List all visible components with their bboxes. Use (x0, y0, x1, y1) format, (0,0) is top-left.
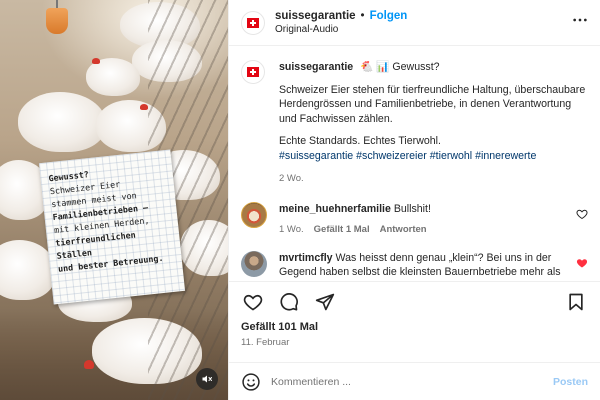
comment-username[interactable]: meine_huehnerfamilie (279, 203, 391, 215)
hashtag-link[interactable]: #schweizereier (356, 150, 427, 162)
hashtag-link[interactable]: #innerewerte (475, 150, 536, 162)
hen-comb (84, 360, 94, 369)
speaker-muted-icon (202, 375, 212, 383)
comment-meta: 1 Wo. Gefällt 1 Mal Antworten (279, 224, 566, 235)
post-panel: suissegarantie • Folgen Original-Audio s… (228, 0, 600, 400)
post-date: 11. Februar (241, 337, 290, 348)
comment-input[interactable] (271, 375, 553, 388)
hashtag-link[interactable]: #suissegarantie (279, 150, 353, 162)
audio-link[interactable]: Original-Audio (275, 24, 572, 35)
avatar[interactable] (241, 10, 265, 35)
likes-count[interactable]: Gefällt 101 Mal (229, 321, 600, 333)
avatar[interactable] (241, 251, 267, 278)
comment-likes[interactable]: Gefällt 1 Mal (314, 224, 370, 235)
caption-username[interactable]: suissegarantie (279, 61, 353, 73)
bookmark-icon (569, 293, 583, 310)
more-horizontal-icon (573, 18, 587, 22)
caption-paragraph: Schweizer Eier stehen für tierfreundlich… (279, 83, 586, 125)
action-bar (229, 281, 600, 321)
more-options-button[interactable] (572, 12, 588, 33)
post-media[interactable]: Gewusst? Schweizer Eier stammen meist vo… (0, 0, 228, 400)
avatar[interactable] (241, 60, 265, 84)
heart-icon[interactable] (576, 208, 588, 220)
comment-button[interactable] (277, 290, 301, 314)
avatar[interactable] (241, 202, 267, 229)
comment: meine_huehnerfamilie Bullshit! 1 Wo. Gef… (241, 202, 588, 235)
caption-first-line: 🐔 📊 Gewusst? (360, 61, 440, 73)
feeder (46, 8, 68, 34)
comment-bubble-icon (280, 292, 298, 311)
post-header: suissegarantie • Folgen Original-Audio (229, 0, 600, 46)
caption-time[interactable]: 2 Wo. (279, 172, 588, 187)
comment-username[interactable]: mvrtimcfly (279, 252, 333, 264)
mute-button[interactable] (196, 368, 218, 390)
caption: suissegarantie 🐔 📊 Gewusst? Schweizer Ei… (241, 60, 588, 186)
hashtag-link[interactable]: #tierwohl (430, 150, 472, 162)
save-button[interactable] (564, 290, 588, 314)
comments-area[interactable]: suissegarantie 🐔 📊 Gewusst? Schweizer Ei… (229, 46, 600, 281)
header-info: suissegarantie • Folgen Original-Audio (275, 10, 572, 35)
share-button[interactable] (313, 290, 337, 314)
comment: mvrtimcfly Was heisst denn genau „klein“… (241, 251, 588, 279)
separator-dot: • (360, 10, 365, 22)
emoji-icon[interactable] (241, 372, 261, 392)
follow-button[interactable]: Folgen (370, 10, 408, 22)
caption-paragraph: Echte Standards. Echtes Tierwohl. (279, 135, 441, 148)
hen-comb (92, 58, 100, 64)
reply-button[interactable]: Antworten (380, 224, 427, 235)
heart-icon (243, 294, 263, 310)
swiss-cross-icon (247, 67, 259, 77)
caption-body: suissegarantie 🐔 📊 Gewusst? Schweizer Ei… (279, 60, 588, 186)
hen-comb (140, 104, 148, 110)
hen (18, 92, 106, 152)
paper-plane-icon (315, 293, 335, 310)
like-button[interactable] (241, 290, 265, 314)
comment-time[interactable]: 1 Wo. (279, 224, 304, 235)
comment-text: Bullshit! (393, 203, 431, 216)
note-text: Gewusst? Schweizer Eier stammen meist vo… (48, 160, 174, 276)
hashtags: #suissegarantie #schweizereier #tierwohl… (279, 149, 588, 164)
info-note: Gewusst? Schweizer Eier stammen meist vo… (38, 149, 186, 305)
username-link[interactable]: suissegarantie (275, 10, 356, 22)
instagram-post: Gewusst? Schweizer Eier stammen meist vo… (0, 0, 600, 400)
post-comment-button[interactable]: Posten (553, 376, 588, 388)
heart-filled-icon[interactable] (576, 257, 588, 269)
swiss-cross-icon (247, 17, 259, 28)
add-comment-bar: Posten (229, 362, 600, 400)
